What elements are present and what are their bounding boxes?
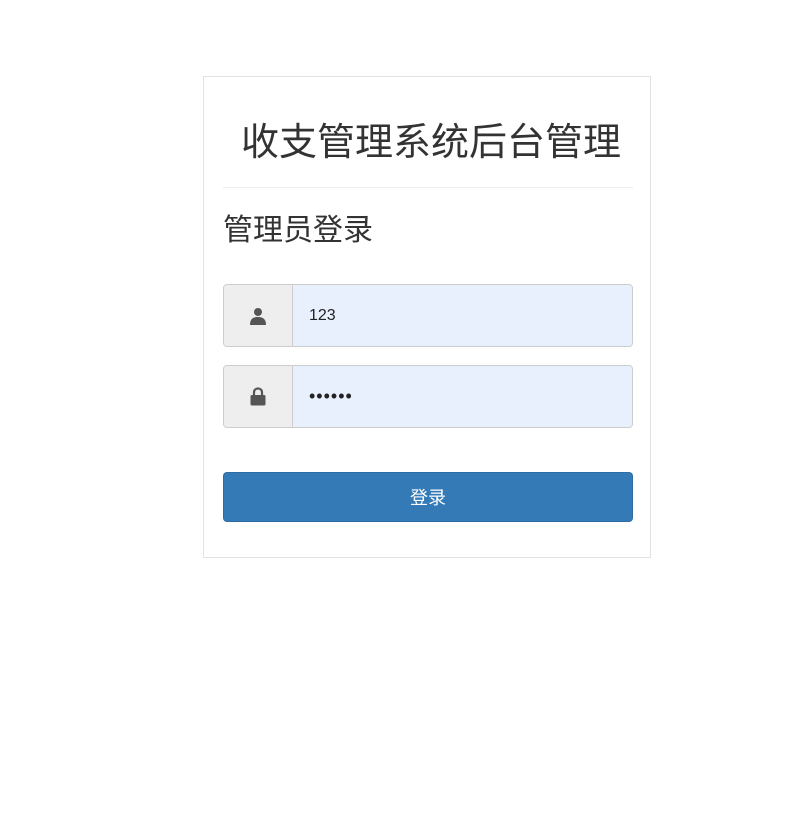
login-card: 收支管理系统后台管理 管理员登录 登录 [203, 76, 651, 558]
title-divider [223, 187, 633, 188]
login-heading: 管理员登录 [223, 213, 373, 248]
username-addon [224, 285, 293, 346]
user-icon [250, 307, 266, 325]
password-input[interactable] [293, 366, 632, 427]
password-input-group [223, 365, 633, 428]
username-input-group [223, 284, 633, 347]
page-title: 收支管理系统后台管理 [240, 120, 621, 164]
login-button[interactable]: 登录 [223, 472, 633, 522]
password-addon [224, 366, 293, 427]
lock-icon [250, 387, 266, 406]
username-input[interactable] [293, 285, 632, 346]
